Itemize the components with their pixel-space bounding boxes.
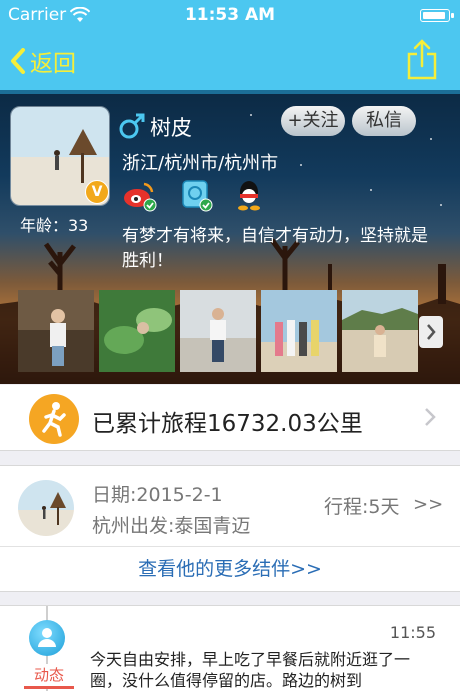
wallet-icon[interactable] [180, 178, 214, 212]
vip-badge: V [85, 180, 109, 204]
location-label: 浙江/杭州市/杭州市 [122, 153, 279, 174]
nav-bar: 返回 [0, 32, 460, 90]
user-activity-icon [29, 620, 65, 656]
status-time: 11:53 AM [184, 5, 276, 25]
social-accounts [122, 178, 272, 212]
photo-thumbnail[interactable] [342, 290, 418, 372]
username: 树皮 [150, 116, 192, 140]
photo-thumbnail[interactable] [180, 290, 256, 372]
more-partners-link[interactable]: 查看他的更多结伴>> [0, 554, 460, 581]
travel-distance-row[interactable]: 已累计旅程16732.03公里 [0, 385, 460, 451]
trip-more-arrow[interactable]: >> [413, 494, 443, 515]
trip-duration: 行程:5天 [324, 496, 400, 518]
chevron-left-icon [11, 48, 25, 74]
trip-date: 日期:2015-2-1 [92, 484, 223, 506]
photo-thumbnail[interactable] [261, 290, 337, 372]
tab-activity[interactable]: 动态 [24, 664, 74, 689]
battery-icon [420, 9, 454, 22]
running-icon [29, 394, 79, 444]
chevron-right-icon [425, 408, 436, 426]
age-label: 年龄：33 [20, 216, 89, 235]
weibo-icon[interactable] [122, 178, 158, 212]
feed-time: 11:55 [389, 623, 436, 642]
user-signature: 有梦才有将来，自信才有动力，坚持就是胜利！ [122, 226, 428, 271]
share-icon[interactable] [406, 38, 438, 80]
activity-feed: 动态 11:55 今天自由安排，早上吃了早餐后就附近逛了一圈，没什么值得停留的店… [0, 605, 460, 691]
photo-thumbnail[interactable] [99, 290, 175, 372]
back-label: 返回 [30, 51, 76, 77]
photo-thumbnail[interactable] [18, 290, 94, 372]
trip-card[interactable]: 日期:2015-2-1 杭州出发:泰国青迈 行程:5天 >> 查看他的更多结伴>… [0, 465, 460, 592]
status-bar: Carrier 11:53 AM [0, 0, 460, 32]
feed-text: 今天自由安排，早上吃了早餐后就附近逛了一圈，没什么值得停留的店。路边的树到 [90, 650, 411, 690]
photo-strip [18, 290, 418, 372]
profile-header: V 年龄：33 树皮 +关注 私信 浙江/杭州市/杭州市 有梦才有将来，自信才有… [0, 94, 460, 384]
trip-avatar [18, 480, 74, 536]
back-button[interactable]: 返回 [10, 44, 76, 78]
qq-icon[interactable] [234, 178, 264, 212]
distance-text: 已累计旅程16732.03公里 [92, 411, 363, 437]
chevron-right-icon[interactable] [419, 316, 443, 348]
trip-route: 杭州出发:泰国青迈 [92, 515, 251, 537]
message-button[interactable]: 私信 [352, 106, 416, 136]
follow-button[interactable]: +关注 [281, 106, 345, 136]
male-icon [119, 113, 145, 139]
divider [0, 546, 460, 547]
